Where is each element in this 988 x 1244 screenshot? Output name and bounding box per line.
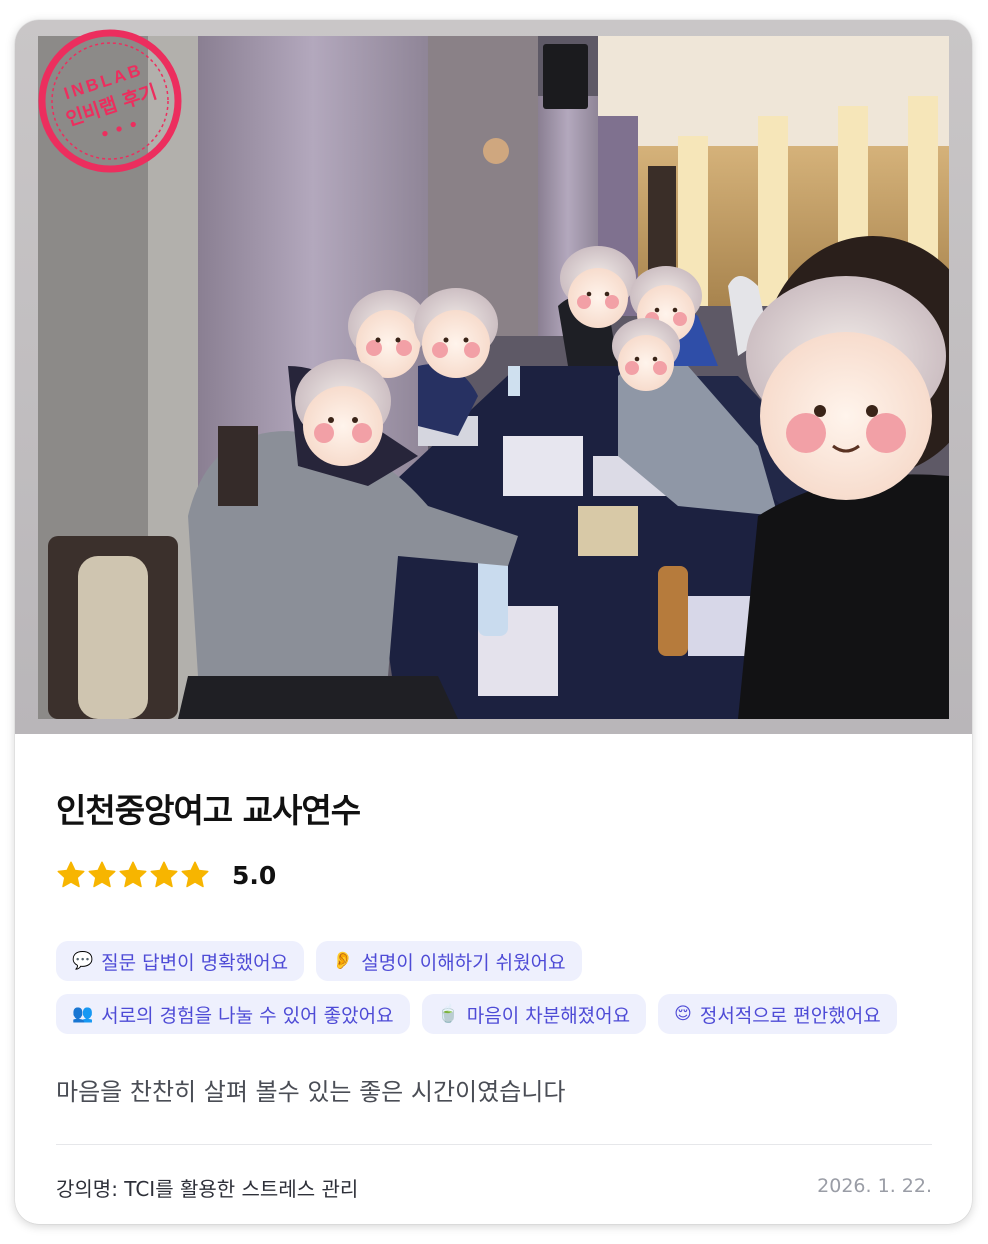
- tea-icon: 🍵: [437, 1004, 459, 1024]
- star-icon: [150, 861, 178, 888]
- tag-label: 질문 답변이 명확했어요: [101, 951, 289, 974]
- ear-icon: 👂: [332, 951, 354, 971]
- review-title: 인천중앙여고 교사연수: [56, 791, 361, 830]
- relieved-face-icon: 😌: [674, 1004, 692, 1024]
- tag-label: 마음이 차분해졌어요: [466, 1004, 631, 1027]
- people-icon: 👥: [72, 1004, 94, 1024]
- inblab-review-stamp: INBLAB 인비랩 후기 • • •: [38, 29, 182, 173]
- tag-label: 정서적으로 편안했어요: [699, 1004, 881, 1027]
- star-icon: [119, 861, 147, 888]
- star-rating: [56, 860, 210, 890]
- divider: [56, 1144, 932, 1145]
- speech-bubble-icon: 💬: [72, 951, 94, 971]
- course-name: 강의명: TCI를 활용한 스트레스 관리: [56, 1177, 359, 1201]
- rating-value: 5.0: [232, 860, 277, 890]
- photo-frame: INBLAB 인비랩 후기 • • •: [15, 20, 972, 734]
- tag-calm-mind: 🍵 마음이 차분해졌어요: [421, 994, 647, 1034]
- star-icon: [88, 861, 116, 888]
- star-icon: [181, 861, 209, 888]
- tag-shared-experience: 👥 서로의 경험을 나눌 수 있어 좋았어요: [56, 994, 410, 1034]
- tag-label: 설명이 이해하기 쉬웠어요: [361, 951, 566, 974]
- review-text: 마음을 찬찬히 살펴 볼수 있는 좋은 시간이였습니다: [56, 1078, 566, 1106]
- tag-label: 서로의 경험을 나눌 수 있어 좋았어요: [101, 1004, 394, 1027]
- tag-clear-answers: 💬 질문 답변이 명확했어요: [56, 941, 305, 981]
- tag-row: 💬 질문 답변이 명확했어요 👂 설명이 이해하기 쉬웠어요: [56, 941, 936, 981]
- tag-easy-explanation: 👂 설명이 이해하기 쉬웠어요: [316, 941, 582, 981]
- review-card: INBLAB 인비랩 후기 • • • 인천중앙여고 교사연수 5.0 💬 질문…: [15, 20, 972, 1224]
- tag-emotional-comfort: 😌 정서적으로 편안했어요: [658, 994, 897, 1034]
- star-icon: [57, 861, 85, 888]
- keyword-tags: 💬 질문 답변이 명확했어요 👂 설명이 이해하기 쉬웠어요 👥 서로의 경험을…: [56, 941, 936, 1047]
- rating: 5.0: [56, 858, 276, 892]
- review-date: 2026. 1. 22.: [817, 1175, 932, 1197]
- tag-row: 👥 서로의 경험을 나눌 수 있어 좋았어요 🍵 마음이 차분해졌어요 😌 정서…: [56, 994, 936, 1034]
- review-content: 인천중앙여고 교사연수 5.0 💬 질문 답변이 명확했어요 👂 설명이 이해하…: [15, 734, 972, 1224]
